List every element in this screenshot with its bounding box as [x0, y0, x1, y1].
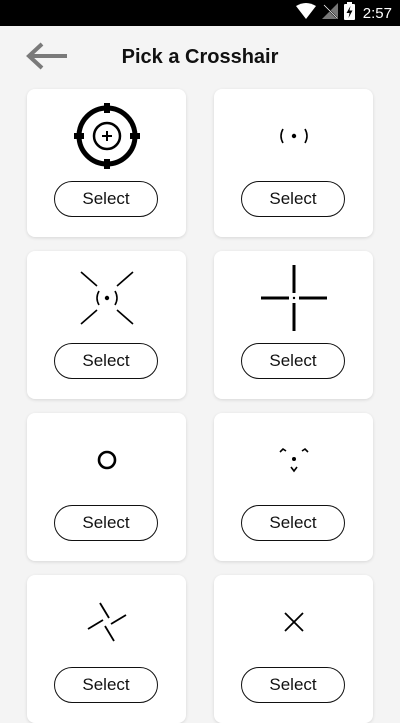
crosshair-card: Select — [27, 575, 186, 723]
scope-crosshair-icon — [72, 101, 142, 176]
crosshair-card: Select — [214, 89, 373, 237]
chevron-dot-crosshair-icon — [277, 445, 311, 480]
select-button[interactable]: Select — [241, 505, 345, 541]
dot-parentheses-crosshair-icon — [274, 126, 314, 151]
battery-charging-icon — [343, 1, 355, 25]
crosshair-card: Select — [214, 251, 373, 399]
crosshair-preview — [27, 583, 186, 665]
select-button[interactable]: Select — [241, 667, 345, 703]
select-button[interactable]: Select — [54, 181, 158, 217]
crosshair-preview — [214, 583, 373, 665]
status-time: 2:57 — [362, 4, 392, 22]
status-icons: 2:57 — [295, 0, 392, 26]
no-signal-icon — [321, 2, 338, 24]
crosshair-preview — [27, 421, 186, 503]
select-button[interactable]: Select — [54, 343, 158, 379]
app-bar: Pick a Crosshair — [0, 26, 400, 90]
crosshair-grid: Select Select Select Select Select Selec… — [27, 89, 373, 723]
diagonal-dot-crosshair-icon — [77, 268, 137, 333]
pinwheel-crosshair-icon — [85, 600, 129, 649]
crosshair-card: Select — [214, 413, 373, 561]
crosshair-card: Select — [214, 575, 373, 723]
crosshair-preview — [27, 97, 186, 179]
select-button[interactable]: Select — [54, 667, 158, 703]
select-button[interactable]: Select — [54, 505, 158, 541]
plus-gap-crosshair-icon — [259, 263, 329, 338]
crosshair-card: Select — [27, 413, 186, 561]
crosshair-preview — [214, 97, 373, 179]
page-title: Pick a Crosshair — [121, 46, 279, 68]
x-crosshair-icon — [282, 610, 306, 639]
crosshair-preview — [27, 259, 186, 341]
status-bar: 2:57 — [0, 0, 400, 26]
select-button[interactable]: Select — [241, 181, 345, 217]
crosshair-preview — [214, 259, 373, 341]
crosshair-card: Select — [27, 251, 186, 399]
wifi-icon — [295, 2, 316, 24]
select-button[interactable]: Select — [241, 343, 345, 379]
crosshair-card: Select — [27, 89, 186, 237]
circle-crosshair-icon — [95, 448, 119, 477]
crosshair-preview — [214, 421, 373, 503]
